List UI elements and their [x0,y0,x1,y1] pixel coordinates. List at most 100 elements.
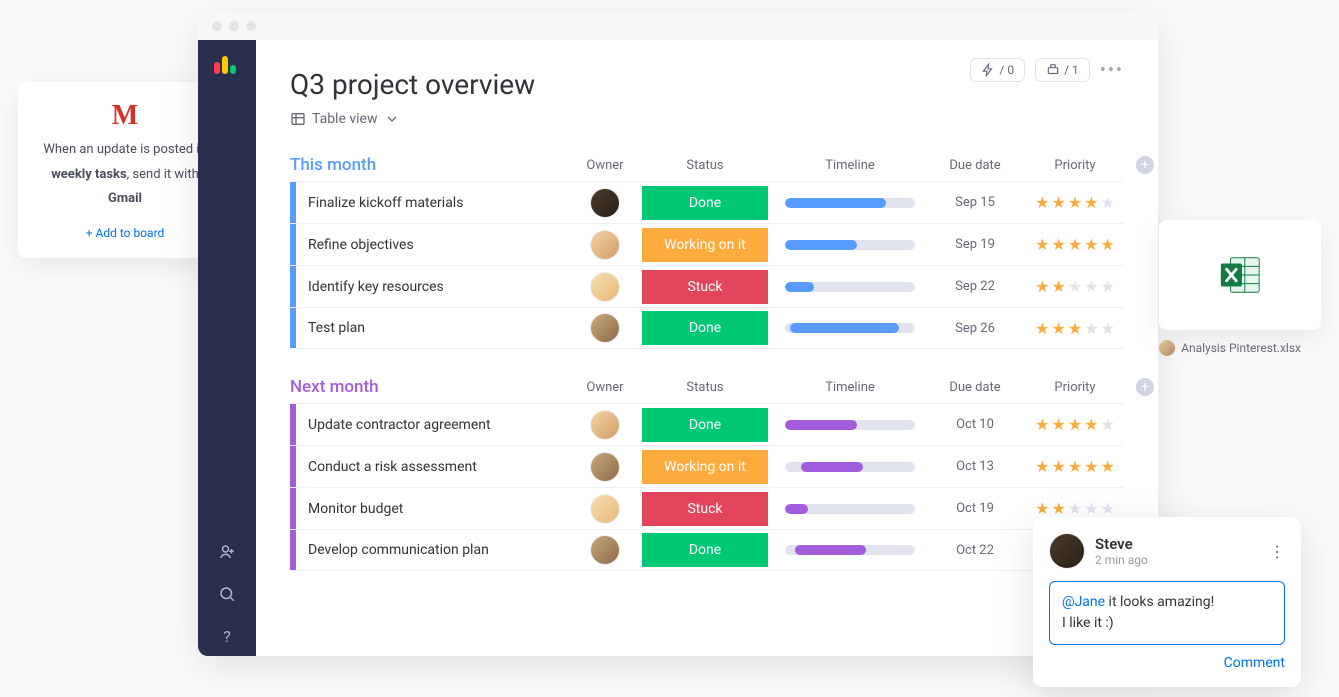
star-icon[interactable]: ★ [1101,319,1115,338]
due-date[interactable]: Oct 19 [930,501,1020,516]
due-date[interactable]: Oct 22 [930,543,1020,558]
star-icon[interactable]: ★ [1068,457,1082,476]
star-icon[interactable]: ★ [1068,193,1082,212]
timeline-cell[interactable] [770,198,930,208]
status-cell[interactable]: Done [642,533,768,567]
due-date[interactable]: Oct 10 [930,417,1020,432]
task-row[interactable]: Refine objectives Working on it Sep 19 ★… [290,223,1124,265]
app-logo[interactable] [214,54,240,74]
star-icon[interactable]: ★ [1035,457,1049,476]
status-cell[interactable]: Stuck [642,492,768,526]
due-date[interactable]: Sep 22 [930,279,1020,294]
group-title[interactable]: This month [290,155,570,175]
search-icon[interactable] [218,585,236,607]
due-date[interactable]: Sep 26 [930,321,1020,336]
star-icon[interactable]: ★ [1068,319,1082,338]
user-mention[interactable]: @Jane [1062,594,1105,610]
task-row[interactable]: Develop communication plan Done Oct 22 ★… [290,529,1124,571]
star-icon[interactable]: ★ [1051,193,1065,212]
star-icon[interactable]: ★ [1051,415,1065,434]
task-name[interactable]: Refine objectives [296,237,414,253]
star-icon[interactable]: ★ [1084,457,1098,476]
task-name[interactable]: Conduct a risk assessment [296,459,477,475]
timeline-cell[interactable] [770,420,930,430]
star-icon[interactable]: ★ [1035,415,1049,434]
star-icon[interactable]: ★ [1084,277,1098,296]
star-icon[interactable]: ★ [1101,415,1115,434]
star-icon[interactable]: ★ [1101,193,1115,212]
star-icon[interactable]: ★ [1051,235,1065,254]
status-cell[interactable]: Working on it [642,450,768,484]
timeline-cell[interactable] [770,240,930,250]
task-name[interactable]: Monitor budget [296,501,403,517]
add-column-button[interactable]: + [1136,156,1154,174]
view-switcher[interactable]: Table view [290,111,1124,127]
owner-avatar[interactable] [590,230,620,260]
star-icon[interactable]: ★ [1101,277,1115,296]
status-cell[interactable]: Stuck [642,270,768,304]
comment-action-link[interactable]: Comment [1049,655,1285,671]
add-column-button[interactable]: + [1136,378,1154,396]
star-icon[interactable]: ★ [1084,319,1098,338]
timeline-cell[interactable] [770,545,930,555]
status-cell[interactable]: Working on it [642,228,768,262]
window-control-dot[interactable] [212,21,222,31]
owner-avatar[interactable] [590,452,620,482]
priority-cell[interactable]: ★★★★★ [1020,499,1130,518]
task-name[interactable]: Develop communication plan [296,542,489,558]
timeline-cell[interactable] [770,282,930,292]
timeline-cell[interactable] [770,462,930,472]
window-control-dot[interactable] [246,21,256,31]
due-date[interactable]: Sep 19 [930,237,1020,252]
task-row[interactable]: Conduct a risk assessment Working on it … [290,445,1124,487]
star-icon[interactable]: ★ [1084,415,1098,434]
owner-avatar[interactable] [590,272,620,302]
priority-cell[interactable]: ★★★★★ [1020,457,1130,476]
priority-cell[interactable]: ★★★★★ [1020,193,1130,212]
star-icon[interactable]: ★ [1035,499,1049,518]
star-icon[interactable]: ★ [1084,235,1098,254]
star-icon[interactable]: ★ [1051,277,1065,296]
owner-avatar[interactable] [590,313,620,343]
star-icon[interactable]: ★ [1035,277,1049,296]
star-icon[interactable]: ★ [1051,319,1065,338]
comment-menu-button[interactable]: ⋮ [1269,542,1285,561]
star-icon[interactable]: ★ [1068,277,1082,296]
star-icon[interactable]: ★ [1035,319,1049,338]
task-name[interactable]: Finalize kickoff materials [296,195,463,211]
star-icon[interactable]: ★ [1068,499,1082,518]
status-cell[interactable]: Done [642,408,768,442]
star-icon[interactable]: ★ [1084,193,1098,212]
star-icon[interactable]: ★ [1084,499,1098,518]
owner-avatar[interactable] [590,494,620,524]
star-icon[interactable]: ★ [1101,457,1115,476]
task-name[interactable]: Identify key resources [296,279,444,295]
task-row[interactable]: Finalize kickoff materials Done Sep 15 ★… [290,181,1124,223]
status-cell[interactable]: Done [642,311,768,345]
star-icon[interactable]: ★ [1035,193,1049,212]
due-date[interactable]: Oct 13 [930,459,1020,474]
integrations-button[interactable]: / 1 [1035,58,1090,82]
due-date[interactable]: Sep 15 [930,195,1020,210]
star-icon[interactable]: ★ [1068,415,1082,434]
star-icon[interactable]: ★ [1051,457,1065,476]
task-row[interactable]: Update contractor agreement Done Oct 10 … [290,403,1124,445]
window-control-dot[interactable] [229,21,239,31]
owner-avatar[interactable] [590,188,620,218]
star-icon[interactable]: ★ [1051,499,1065,518]
priority-cell[interactable]: ★★★★★ [1020,415,1130,434]
comment-body[interactable]: @Jane it looks amazing! I like it :) [1049,581,1285,645]
priority-cell[interactable]: ★★★★★ [1020,319,1130,338]
priority-cell[interactable]: ★★★★★ [1020,277,1130,296]
task-row[interactable]: Identify key resources Stuck Sep 22 ★★★★… [290,265,1124,307]
group-title[interactable]: Next month [290,377,570,397]
automations-button[interactable]: / 0 [970,58,1025,82]
timeline-cell[interactable] [770,504,930,514]
owner-avatar[interactable] [590,535,620,565]
excel-file-card[interactable] [1159,220,1321,330]
status-cell[interactable]: Done [642,186,768,220]
commenter-avatar[interactable] [1049,533,1085,569]
star-icon[interactable]: ★ [1035,235,1049,254]
board-menu-button[interactable]: ••• [1100,60,1124,81]
priority-cell[interactable]: ★★★★★ [1020,235,1130,254]
